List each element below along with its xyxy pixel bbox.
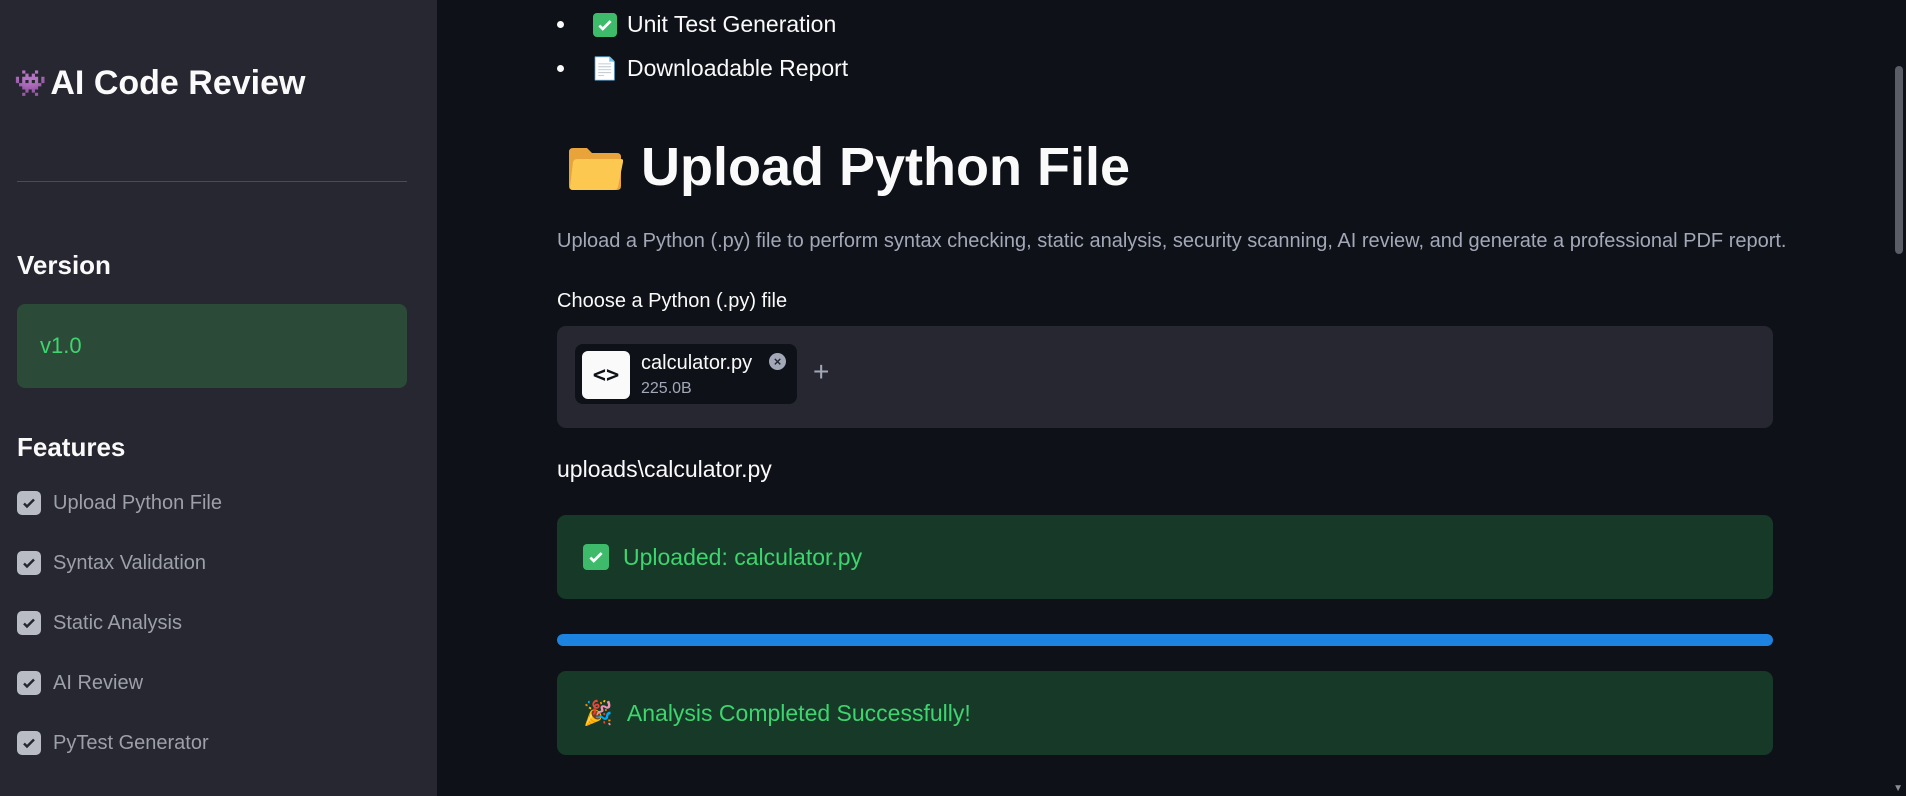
remove-file-icon[interactable]: × xyxy=(769,353,786,370)
app-title-text: AI Code Review xyxy=(50,64,306,102)
checkbox-checked-icon[interactable] xyxy=(17,611,41,635)
feature-checkbox-upload[interactable]: Upload Python File xyxy=(17,491,222,515)
feature-label: Static Analysis xyxy=(53,611,182,634)
feature-label: Upload Python File xyxy=(53,491,222,514)
feature-label: PyTest Generator xyxy=(53,731,209,754)
check-icon xyxy=(583,544,609,570)
feature-checkbox-syntax[interactable]: Syntax Validation xyxy=(17,551,206,575)
feature-label: AI Review xyxy=(53,671,144,694)
page-title-text: Upload Python File xyxy=(641,137,1131,197)
upload-success-alert: Uploaded: calculator.py xyxy=(557,515,1773,599)
list-item-text: Unit Test Generation xyxy=(627,11,837,37)
bullet-dot xyxy=(557,65,564,72)
sidebar: 👾 AI Code Review Version v1.0 Features U… xyxy=(0,0,437,796)
list-item: 📄 Downloadable Report xyxy=(557,55,848,82)
scroll-down-arrow-icon[interactable]: ▼ xyxy=(1893,783,1903,794)
version-value: v1.0 xyxy=(40,333,82,358)
upload-path: uploads\calculator.py xyxy=(557,456,772,482)
analysis-success-alert: 🎉 Analysis Completed Successfully! xyxy=(557,671,1773,755)
uploaded-file-size: 225.0B xyxy=(641,380,692,397)
app-title: 👾 AI Code Review xyxy=(14,64,305,103)
checkbox-checked-icon[interactable] xyxy=(17,551,41,575)
checkbox-checked-icon[interactable] xyxy=(17,731,41,755)
uploaded-file-chip: <> calculator.py 225.0B × xyxy=(575,344,797,404)
main-content: Unit Test Generation 📄 Downloadable Repo… xyxy=(437,0,1906,796)
upload-success-text: Uploaded: calculator.py xyxy=(623,543,863,570)
checkbox-checked-icon[interactable] xyxy=(17,491,41,515)
feature-checkbox-ai-review[interactable]: AI Review xyxy=(17,671,143,695)
sidebar-divider xyxy=(17,181,407,182)
analysis-success-text: Analysis Completed Successfully! xyxy=(626,699,971,726)
scrollbar-thumb[interactable] xyxy=(1895,66,1903,254)
progress-bar xyxy=(557,634,1773,646)
folder-icon xyxy=(567,143,624,191)
feature-label: Syntax Validation xyxy=(53,551,207,574)
file-uploader[interactable]: <> calculator.py 225.0B × + xyxy=(557,326,1773,428)
code-file-icon: <> xyxy=(582,351,630,399)
feature-checkbox-pytest[interactable]: PyTest Generator xyxy=(17,731,209,755)
list-item: Unit Test Generation xyxy=(557,11,836,38)
checkbox-checked-icon[interactable] xyxy=(17,671,41,695)
version-heading: Version xyxy=(17,250,111,280)
progress-bar-fill xyxy=(557,634,1773,646)
page-title: Upload Python File xyxy=(567,136,1130,198)
document-icon: 📄 xyxy=(591,55,619,81)
uploaded-file-name: calculator.py xyxy=(641,352,753,374)
bullet-dot xyxy=(557,21,564,28)
version-badge: v1.0 xyxy=(17,304,407,388)
feature-checkbox-static[interactable]: Static Analysis xyxy=(17,611,182,635)
page-description: Upload a Python (.py) file to perform sy… xyxy=(557,230,1787,252)
features-heading: Features xyxy=(17,432,126,462)
party-popper-icon: 🎉 xyxy=(583,699,613,727)
file-uploader-label: Choose a Python (.py) file xyxy=(557,290,788,312)
scrollbar[interactable]: ▼ xyxy=(1890,0,1906,796)
robot-face-icon: 👾 xyxy=(14,68,47,98)
add-file-button[interactable]: + xyxy=(813,356,829,388)
list-item-text: Downloadable Report xyxy=(627,55,849,81)
check-icon xyxy=(593,12,617,37)
